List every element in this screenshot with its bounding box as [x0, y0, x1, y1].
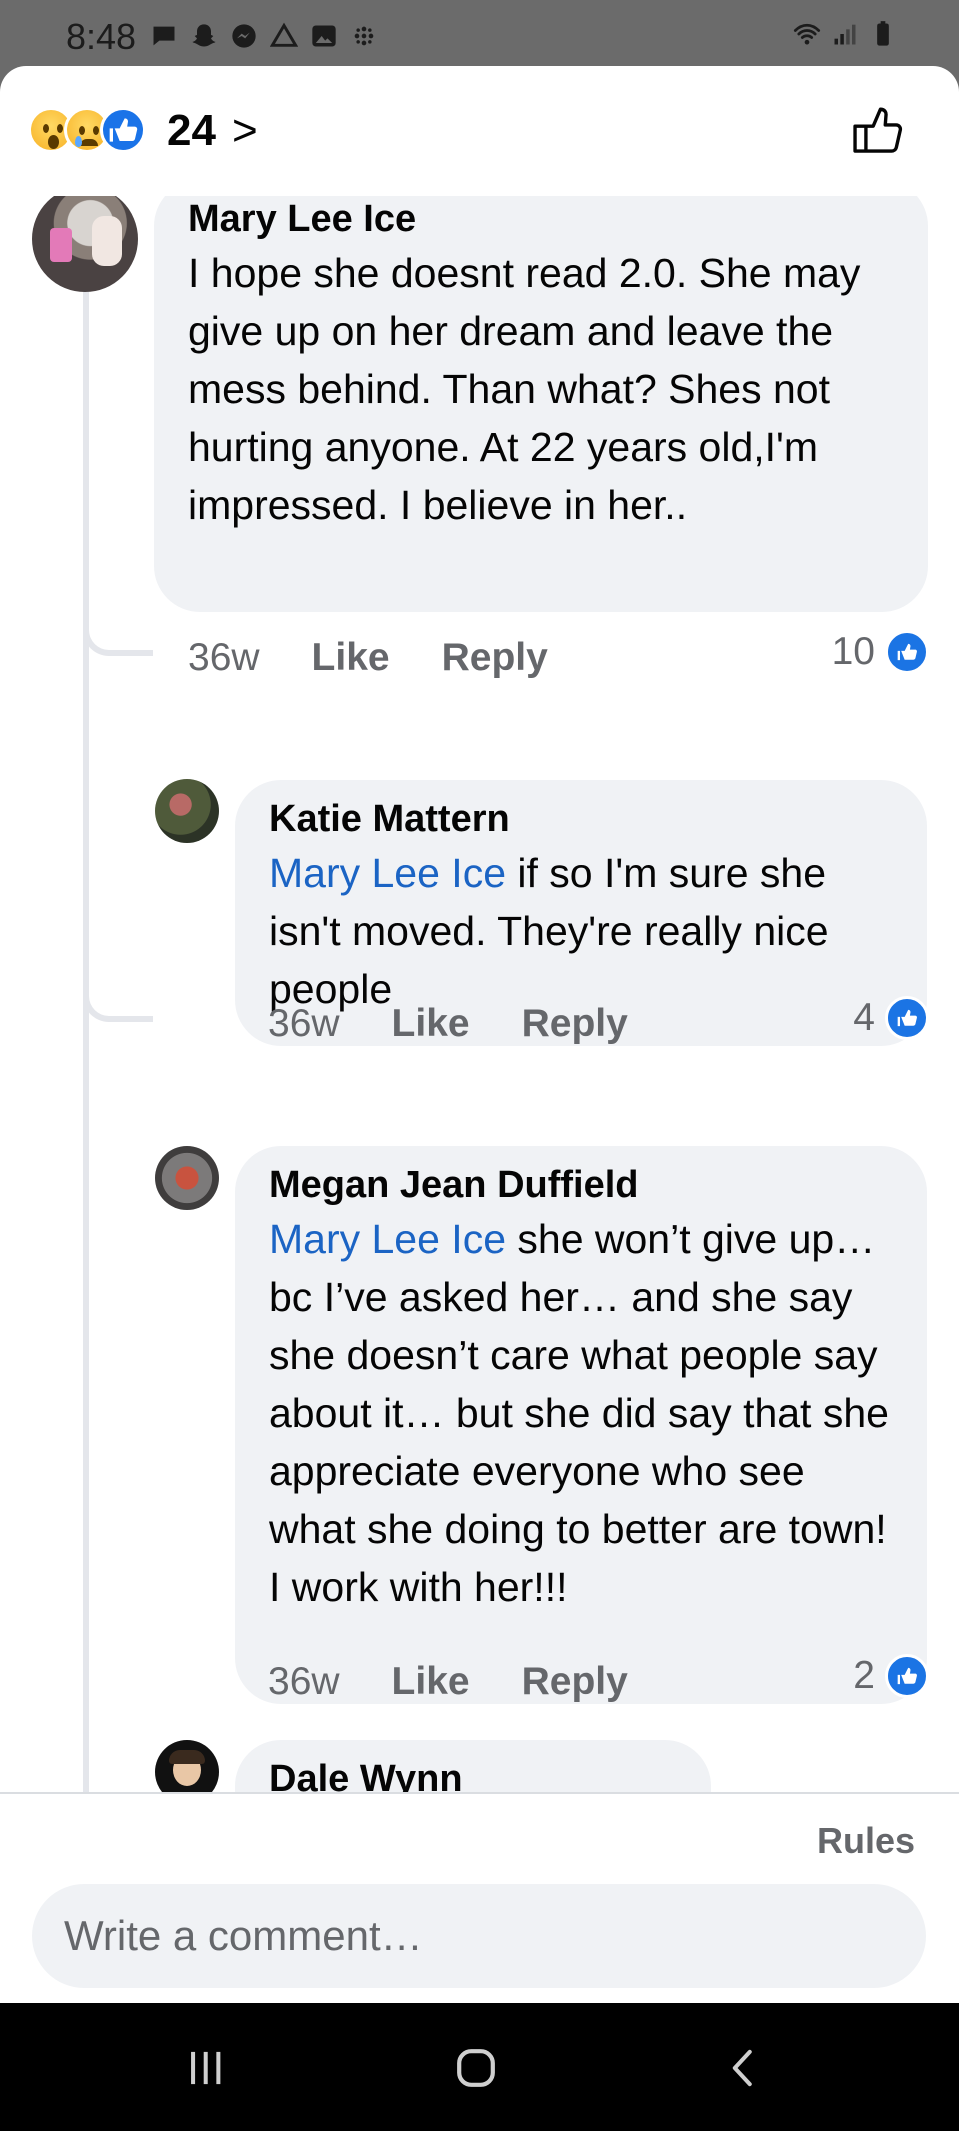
snapchat-icon [192, 24, 216, 47]
like-count-value: 10 [831, 630, 875, 673]
status-time: 8:48 [66, 16, 137, 57]
comment-actions: 36w Like Reply [188, 636, 548, 680]
like-reaction-icon [885, 996, 929, 1040]
comment-age: 36w [188, 636, 260, 679]
like-button[interactable]: Like [392, 1002, 470, 1046]
commenter-name[interactable]: Megan Jean Duffield [269, 1160, 893, 1210]
reply-button[interactable]: Reply [522, 1660, 628, 1704]
comment-age: 36w [268, 1002, 340, 1045]
comment-thread: Mary Lee Ice I hope she doesnt read 2.0.… [0, 196, 959, 1792]
avatar[interactable] [32, 196, 138, 292]
thread-branch [83, 962, 153, 1022]
comment-bubble[interactable]: Megan Jean Duffield Mary Lee Ice she won… [235, 1146, 927, 1704]
comment-text: I hope she doesnt read 2.0. She may give… [188, 250, 861, 528]
comment-like-count[interactable]: 2 [853, 1654, 929, 1698]
reply-button[interactable]: Reply [442, 636, 548, 680]
comment-bubble[interactable]: Mary Lee Ice I hope she doesnt read 2.0.… [154, 196, 928, 612]
chat-bubble-icon [153, 26, 175, 46]
thread-branch [83, 596, 153, 656]
gallery-icon [312, 25, 336, 47]
comment-actions: 36w Like Reply [268, 1660, 628, 1704]
comment-input[interactable] [64, 1912, 894, 1960]
reaction-count[interactable]: 24 [167, 106, 216, 156]
reactions-summary[interactable]: 24 > [0, 66, 959, 196]
status-bar: 8:48 [0, 0, 959, 66]
rules-link[interactable]: Rules [817, 1820, 915, 1862]
mention-link[interactable]: Mary Lee Ice [269, 850, 506, 896]
signal-icon [834, 24, 856, 45]
like-count-value: 4 [853, 996, 875, 1039]
avatar[interactable] [155, 1740, 219, 1792]
comment-age: 36w [268, 1660, 340, 1703]
commenter-name[interactable]: Katie Mattern [269, 794, 893, 844]
comments-sheet: 24 > Mary Lee Ice I hope she doesnt read… [0, 66, 959, 2003]
like-reaction-icon [885, 630, 929, 674]
mention-link[interactable]: Mary Lee Ice [269, 1216, 506, 1262]
wifi-icon [793, 23, 821, 45]
commenter-name[interactable]: Mary Lee Ice [188, 196, 894, 244]
messenger-icon [232, 24, 256, 48]
thumbs-up-outline-icon[interactable] [849, 102, 907, 160]
like-button[interactable]: Like [312, 636, 390, 680]
home-icon[interactable] [436, 2033, 516, 2103]
thread-branch [83, 1758, 153, 1792]
avatar[interactable] [155, 1146, 219, 1210]
like-reaction-icon [885, 1654, 929, 1698]
thread-line [83, 286, 89, 1792]
comment-bubble[interactable]: Dale Wynn [235, 1740, 711, 1792]
comment-text: Mary Lee Ice she won’t give up… bc I’ve … [269, 1216, 889, 1610]
battery-icon [877, 21, 889, 46]
comment-composer-area: Rules [0, 1792, 959, 2003]
drive-icon [270, 22, 298, 47]
back-icon[interactable] [704, 2033, 784, 2103]
comment-like-count[interactable]: 10 [832, 630, 929, 674]
like-reaction-icon [100, 107, 146, 153]
avatar[interactable] [155, 779, 219, 843]
reply-button[interactable]: Reply [522, 1002, 628, 1046]
commenter-name[interactable]: Dale Wynn [269, 1754, 677, 1792]
like-count-value: 2 [853, 1654, 875, 1697]
comment-composer[interactable] [32, 1884, 926, 1988]
chevron-right-icon[interactable]: > [232, 106, 258, 156]
comment-text: Mary Lee Ice if so I'm sure she isn't mo… [269, 850, 829, 1012]
like-button[interactable]: Like [392, 1660, 470, 1704]
comment-actions: 36w Like Reply [268, 1002, 628, 1046]
recent-apps-icon[interactable] [166, 2033, 246, 2103]
comment-like-count[interactable]: 4 [853, 996, 929, 1040]
slack-icon [354, 26, 374, 46]
system-nav-bar [0, 2003, 959, 2131]
